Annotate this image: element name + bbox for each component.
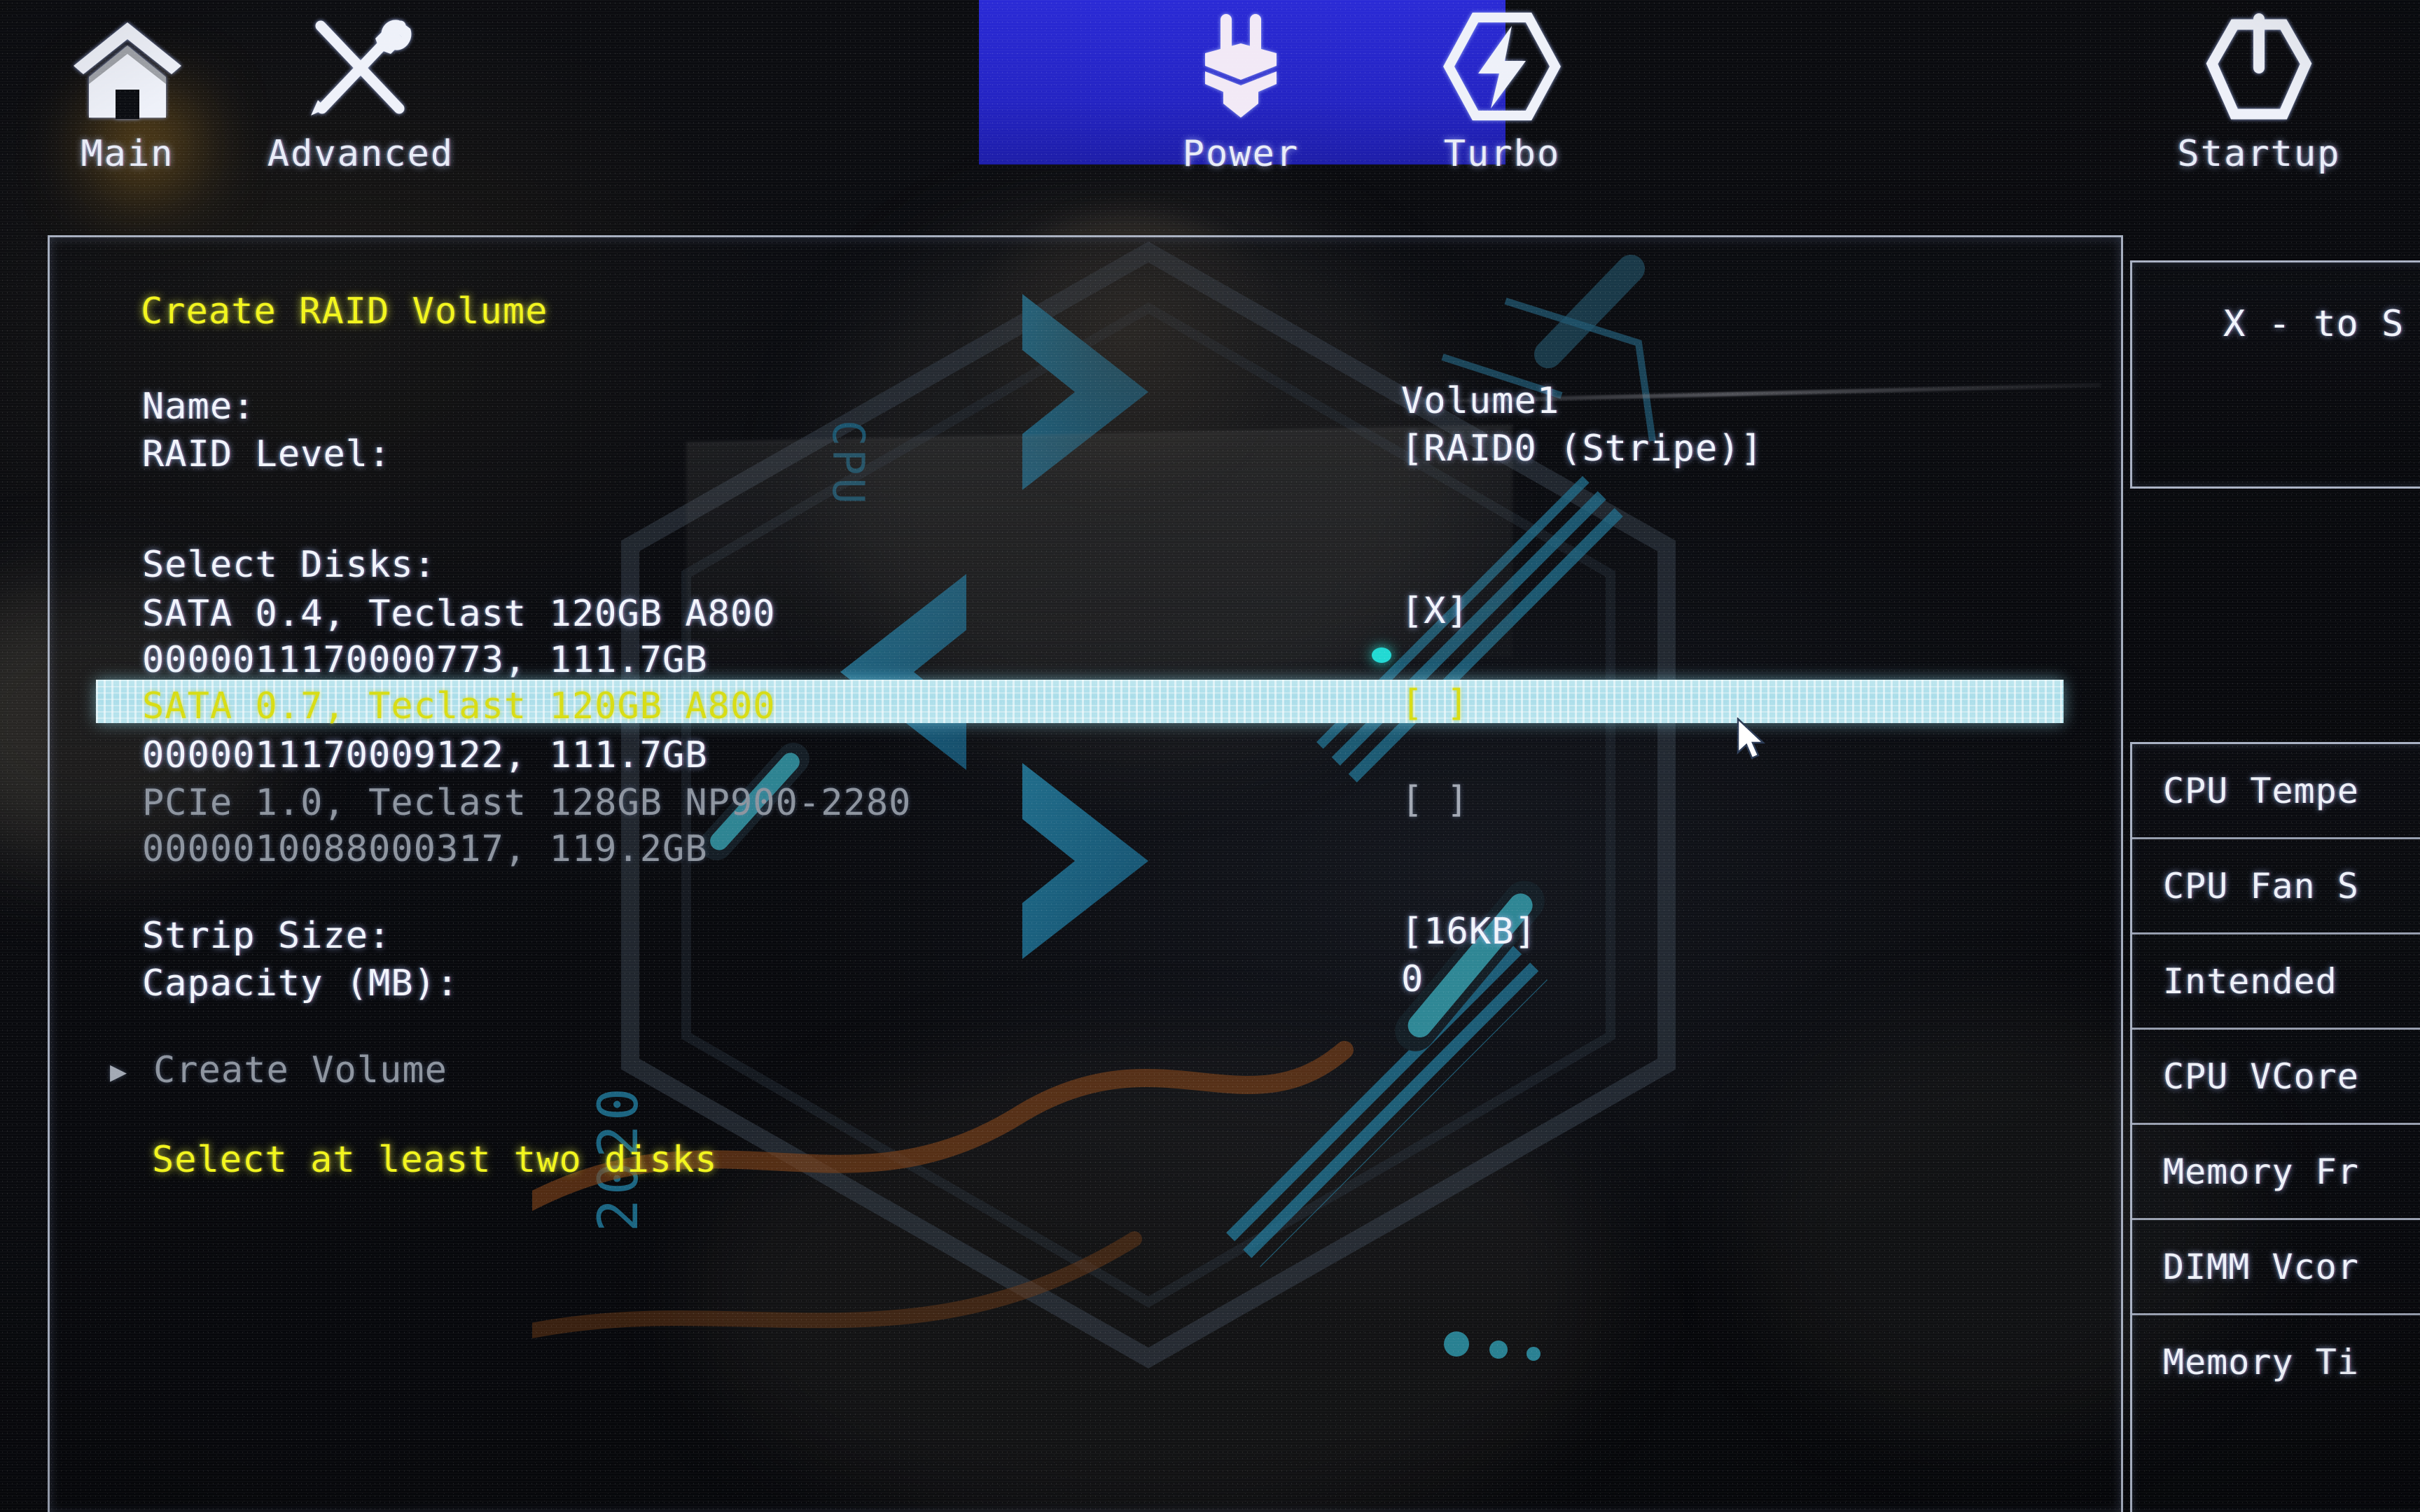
warning-message: Select at least two disks (152, 1139, 718, 1181)
strip-size-label: Strip Size: (142, 915, 391, 957)
name-label: Name: (142, 386, 256, 428)
nav-tab-advanced-label: Advanced (267, 133, 454, 175)
raid-level-label: RAID Level: (142, 433, 391, 475)
top-navigation: Main Advanced Power Turbo Startup (0, 0, 2420, 231)
mouse-cursor (1737, 717, 1769, 761)
disk-row-checkbox[interactable]: [X] (1401, 593, 1469, 629)
disk-row-serial: 0000011170009122, 111.7GB (142, 734, 708, 776)
bios-screen: 2020 CPU M (0, 0, 2420, 1512)
sidebar-item-memory-timing[interactable]: Memory Ti (2132, 1315, 2420, 1408)
sidebar-item-label: CPU Tempe (2163, 770, 2359, 811)
disk-row-device: PCIe 1.0, Teclast 128GB NP900-2280 (142, 782, 912, 824)
raid-level-value[interactable]: [RAID0 (Stripe)] (1401, 430, 1763, 467)
sidebar-item-cpu-fan-speed[interactable]: CPU Fan S (2132, 839, 2420, 934)
capacity-label: Capacity (MB): (142, 962, 459, 1004)
disk-row-serial: 0000011170000773, 111.7GB (142, 639, 708, 681)
lightning-hex-icon (1320, 0, 1684, 133)
nav-tab-startup-label: Startup (2177, 133, 2341, 175)
disk-row-serial: 0000010088000317, 119.2GB (142, 828, 708, 870)
nav-tab-advanced[interactable]: Advanced (179, 0, 543, 231)
nav-tab-startup[interactable]: Startup (2077, 0, 2420, 231)
sidebar-item-label: CPU VCore (2163, 1056, 2359, 1097)
help-panel: X - to S (2130, 260, 2420, 489)
sidebar-item-label: CPU Fan S (2163, 865, 2359, 906)
name-value[interactable]: Volume1 (1401, 383, 1559, 419)
sidebar-item-label: Memory Ti (2163, 1341, 2359, 1382)
create-volume-arrow-icon: ▶ (110, 1056, 128, 1088)
sidebar-item-cpu-vcore[interactable]: CPU VCore (2132, 1030, 2420, 1125)
help-text: X - to S (2223, 303, 2405, 345)
sidebar-item-label: Intended (2163, 960, 2359, 1002)
select-disks-label: Select Disks: (142, 544, 436, 586)
nav-tab-turbo-label: Turbo (1443, 133, 1561, 175)
disk-row-device[interactable]: SATA 0.4, Teclast 120GB A800 (142, 596, 776, 632)
disk-status-dot (1372, 648, 1391, 663)
disk-row-device[interactable]: SATA 0.7, Teclast 120GB A800 (142, 688, 776, 724)
create-volume-button[interactable]: Create Volume (153, 1052, 447, 1088)
power-button-icon (2077, 0, 2420, 133)
capacity-value[interactable]: 0 (1401, 961, 1424, 997)
sidebar-item-memory-frequency[interactable]: Memory Fr (2132, 1125, 2420, 1220)
sidebar-item-dimm-vcore[interactable]: DIMM Vcor (2132, 1220, 2420, 1315)
disk-row-checkbox: [ ] (1401, 779, 1469, 821)
dialog-title: Create RAID Volume (141, 290, 548, 332)
nav-tab-turbo[interactable]: Turbo (1320, 0, 1684, 231)
sidebar-item-label: DIMM Vcor (2163, 1246, 2359, 1287)
sidebar-item-cpu-temperature[interactable]: CPU Tempe (2132, 744, 2420, 839)
sidebar-item-label: Memory Fr (2163, 1151, 2359, 1192)
disk-row-checkbox[interactable]: [ ] (1401, 685, 1469, 722)
strip-size-value[interactable]: [16KB] (1401, 913, 1537, 950)
create-raid-volume-dialog: Create RAID Volume Name: Volume1 RAID Le… (48, 235, 2123, 1512)
sidebar-item-intended[interactable]: Intended (2132, 934, 2420, 1030)
monitor-panel: CPU Tempe CPU Fan S Intended CPU VCore M… (2130, 742, 2420, 1512)
tools-icon (179, 0, 543, 133)
